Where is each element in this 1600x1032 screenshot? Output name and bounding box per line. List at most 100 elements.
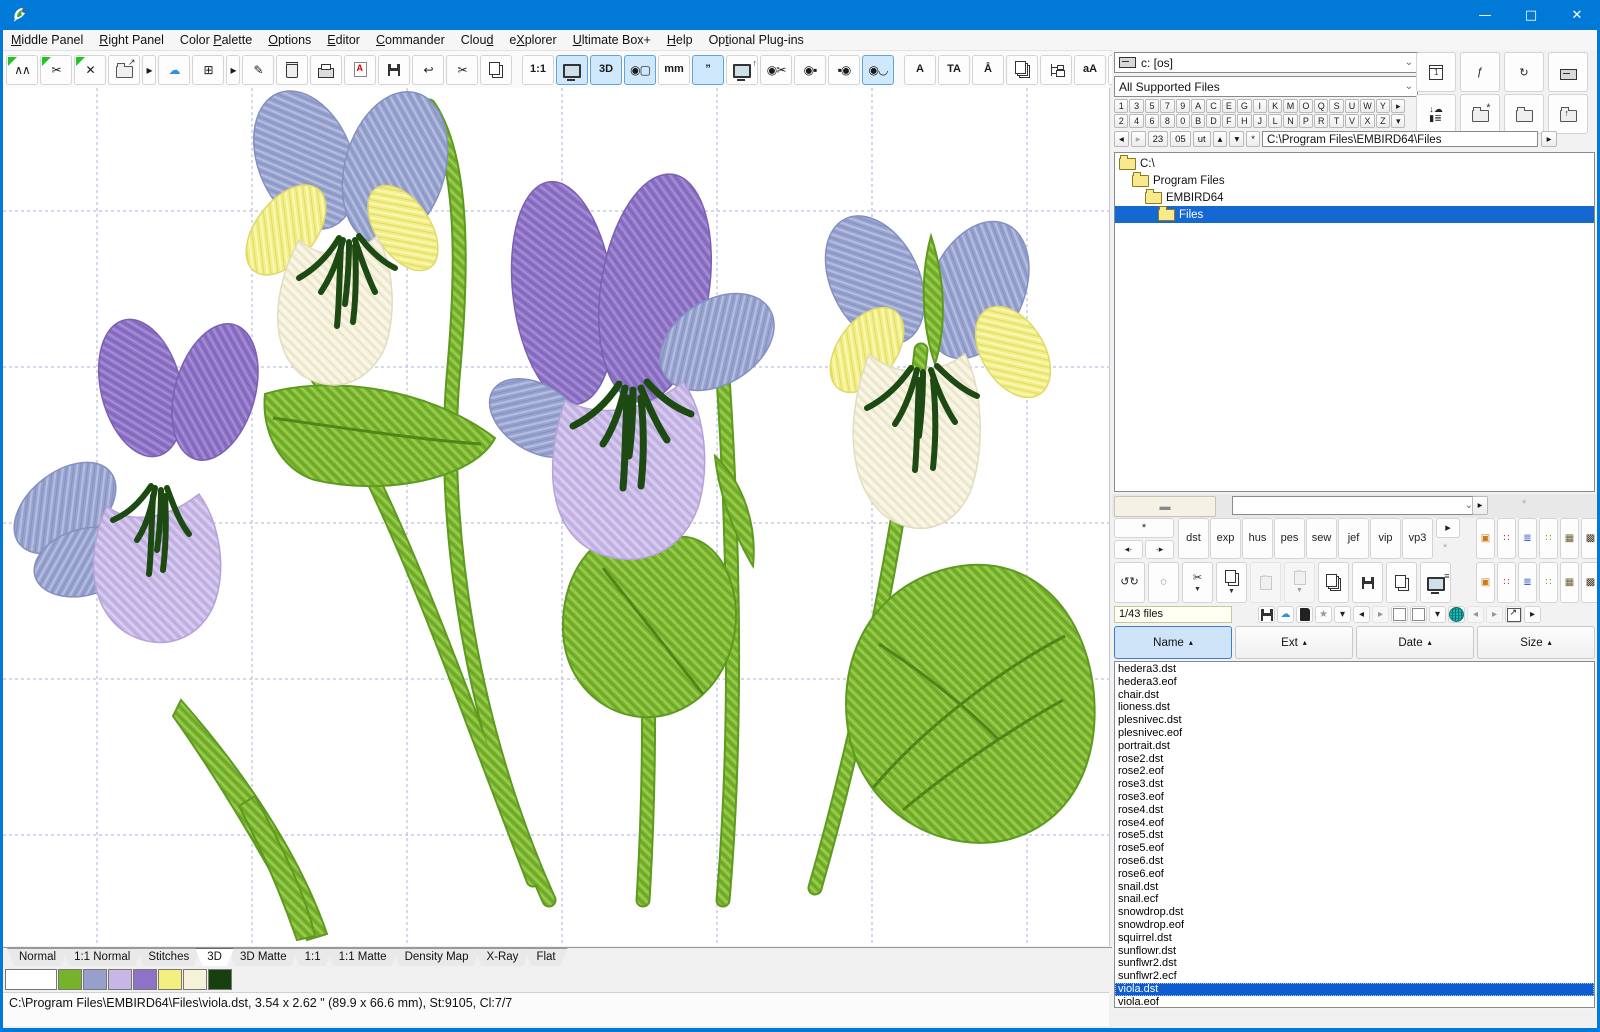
alpha-button-p[interactable]: P bbox=[1299, 114, 1313, 128]
nav-button-05[interactable]: 05 bbox=[1170, 131, 1191, 147]
alpha-button-t[interactable]: T bbox=[1329, 114, 1343, 128]
alpha-button-f[interactable]: F bbox=[1222, 114, 1236, 128]
alpha-button-i[interactable]: I bbox=[1253, 99, 1267, 113]
web-button[interactable] bbox=[1448, 606, 1465, 623]
menu-item-9[interactable]: Help bbox=[659, 31, 701, 49]
show-start-button[interactable]: ◉▪ bbox=[794, 55, 826, 85]
thread-color-5[interactable] bbox=[133, 969, 157, 990]
file-row-snail.ecf[interactable]: snail.ecf bbox=[1115, 893, 1594, 906]
alpha-button-y[interactable]: Y bbox=[1376, 99, 1390, 113]
alpha-button-r[interactable]: R bbox=[1314, 114, 1328, 128]
file-row-viola.dst[interactable]: viola.dst bbox=[1115, 983, 1594, 996]
file-row-rose3.dst[interactable]: rose3.dst bbox=[1115, 778, 1594, 791]
format-button-vip[interactable]: vip bbox=[1370, 518, 1401, 559]
current-path[interactable]: C:\Program Files\EMBIRD64\Files bbox=[1262, 131, 1538, 147]
alpha-button-w[interactable]: W bbox=[1360, 99, 1374, 113]
alpha-button-5[interactable]: 5 bbox=[1145, 99, 1159, 113]
menu-item-5[interactable]: Commander bbox=[368, 31, 453, 49]
file-type-filter[interactable]: All Supported Files ⌄ bbox=[1114, 76, 1418, 97]
save-button[interactable] bbox=[378, 55, 410, 85]
alpha-button-d[interactable]: D bbox=[1206, 114, 1220, 128]
refresh-button[interactable]: ↻ bbox=[1504, 52, 1544, 92]
file-row-sunflwr2.ecf[interactable]: sunflwr2.ecf bbox=[1115, 970, 1594, 983]
file-row-plesnivec.eof[interactable]: plesnivec.eof bbox=[1115, 727, 1594, 740]
alpha-button-a[interactable]: A bbox=[1191, 99, 1205, 113]
path-more-button[interactable]: ▸ bbox=[1541, 131, 1557, 147]
page-next-button[interactable]: ▸ bbox=[1486, 606, 1503, 623]
folder-options-button[interactable] bbox=[1504, 94, 1544, 134]
collapse-button[interactable]: ▬ bbox=[1114, 496, 1216, 517]
tab-1:1[interactable]: 1:1 bbox=[293, 948, 333, 966]
sew-simulator-button[interactable]: ✎ bbox=[242, 55, 274, 85]
menu-item-7[interactable]: eXplorer bbox=[501, 31, 564, 49]
object-tree-button[interactable] bbox=[1040, 55, 1072, 85]
paste-file-button[interactable] bbox=[1250, 562, 1281, 603]
maximize-button[interactable]: □ bbox=[1508, 0, 1554, 30]
alpha-button-q[interactable]: Q bbox=[1314, 99, 1328, 113]
file-row-plesnivec.dst[interactable]: plesnivec.dst bbox=[1115, 714, 1594, 727]
favorites-button[interactable]: ★ bbox=[1315, 606, 1332, 623]
file-row-snowdrop.dst[interactable]: snowdrop.dst bbox=[1115, 906, 1594, 919]
hide-trims-button[interactable]: ◉✂ bbox=[760, 55, 792, 85]
format-button-jef[interactable]: jef bbox=[1338, 518, 1369, 559]
thread-color-4[interactable] bbox=[108, 969, 132, 990]
nav-button--[interactable]: ▴ bbox=[1213, 131, 1228, 147]
revert-button[interactable]: ↩ bbox=[412, 55, 444, 85]
show-hoop-button[interactable]: ◉▢ bbox=[624, 55, 656, 85]
open-file-dropdown[interactable]: ▸ bbox=[142, 55, 156, 85]
open-file-button[interactable] bbox=[108, 55, 140, 85]
tree-node-program-files[interactable]: Program Files bbox=[1115, 172, 1594, 189]
menu-item-1[interactable]: Right Panel bbox=[91, 31, 172, 49]
format-button-hus[interactable]: hus bbox=[1242, 518, 1273, 559]
alpha-button-o[interactable]: O bbox=[1299, 99, 1313, 113]
format-button-vp3[interactable]: vp3 bbox=[1402, 518, 1433, 559]
alpha-button-0[interactable]: 0 bbox=[1176, 114, 1190, 128]
lettering-button[interactable]: A bbox=[904, 55, 936, 85]
alpha-button-s[interactable]: S bbox=[1329, 99, 1343, 113]
view-grid-button[interactable]: ▦ bbox=[1560, 518, 1579, 559]
design-canvas[interactable] bbox=[3, 88, 1110, 946]
format-button-sew[interactable]: sew bbox=[1306, 518, 1337, 559]
copy-button[interactable] bbox=[480, 55, 512, 85]
nav-button--[interactable]: ◂ bbox=[1114, 131, 1129, 147]
memory-card-button[interactable] bbox=[1296, 606, 1313, 623]
view-colors-button[interactable]: ∷ bbox=[1497, 562, 1516, 603]
menu-item-2[interactable]: Color Palette bbox=[172, 31, 260, 49]
units-mm-button[interactable]: mm bbox=[658, 55, 690, 85]
alpha-button-x[interactable]: X bbox=[1360, 114, 1374, 128]
view-list-button[interactable]: ≣ bbox=[1518, 562, 1537, 603]
alpha-button-g[interactable]: G bbox=[1237, 99, 1251, 113]
nav-button-23[interactable]: 23 bbox=[1148, 131, 1169, 147]
show-outline-button[interactable]: ◉◡ bbox=[862, 55, 894, 85]
mask-more-button[interactable]: ▸ bbox=[1472, 496, 1488, 515]
tab-density-map[interactable]: Density Map bbox=[393, 948, 481, 966]
alpha-button-8[interactable]: 8 bbox=[1160, 114, 1174, 128]
cut-file-button[interactable]: ✂ ▼ bbox=[1182, 562, 1213, 603]
format-button-exp[interactable]: exp bbox=[1210, 518, 1241, 559]
alpha-button--[interactable]: ▾ bbox=[1391, 114, 1405, 128]
thread-color-8[interactable] bbox=[208, 969, 232, 990]
view-grid-button[interactable]: ▦ bbox=[1560, 562, 1579, 603]
design-mode-button[interactable]: ∧∧ bbox=[6, 55, 38, 85]
format-button-dst[interactable]: dst bbox=[1178, 518, 1209, 559]
zoom-1to1-button[interactable]: 1:1 bbox=[522, 55, 554, 85]
drive-selector[interactable]: c: [os] ⌄ bbox=[1114, 52, 1418, 73]
view-3d-button[interactable]: 3D bbox=[590, 55, 622, 85]
alpha-button-3[interactable]: 3 bbox=[1129, 99, 1143, 113]
alpha-button-4[interactable]: 4 bbox=[1129, 114, 1143, 128]
alpha-button-m[interactable]: M bbox=[1283, 99, 1297, 113]
nav-button-ut[interactable]: ut bbox=[1193, 131, 1211, 147]
pages-button[interactable] bbox=[1006, 55, 1038, 85]
file-row-rose4.dst[interactable]: rose4.dst bbox=[1115, 804, 1594, 817]
thread-color-1[interactable] bbox=[5, 969, 57, 990]
menu-item-0[interactable]: Middle Panel bbox=[3, 31, 91, 49]
tab-stitches[interactable]: Stitches bbox=[136, 948, 201, 966]
column-header-size[interactable]: Size▴ bbox=[1477, 626, 1595, 659]
file-row-rose3.eof[interactable]: rose3.eof bbox=[1115, 791, 1594, 804]
format-all-button[interactable]: * bbox=[1114, 518, 1174, 538]
file-row-rose6.dst[interactable]: rose6.dst bbox=[1115, 855, 1594, 868]
nav-button--[interactable]: ▾ bbox=[1229, 131, 1244, 147]
calendar-search-button[interactable] bbox=[1416, 52, 1456, 92]
alpha-button-h[interactable]: H bbox=[1237, 114, 1251, 128]
thread-color-6[interactable] bbox=[158, 969, 182, 990]
